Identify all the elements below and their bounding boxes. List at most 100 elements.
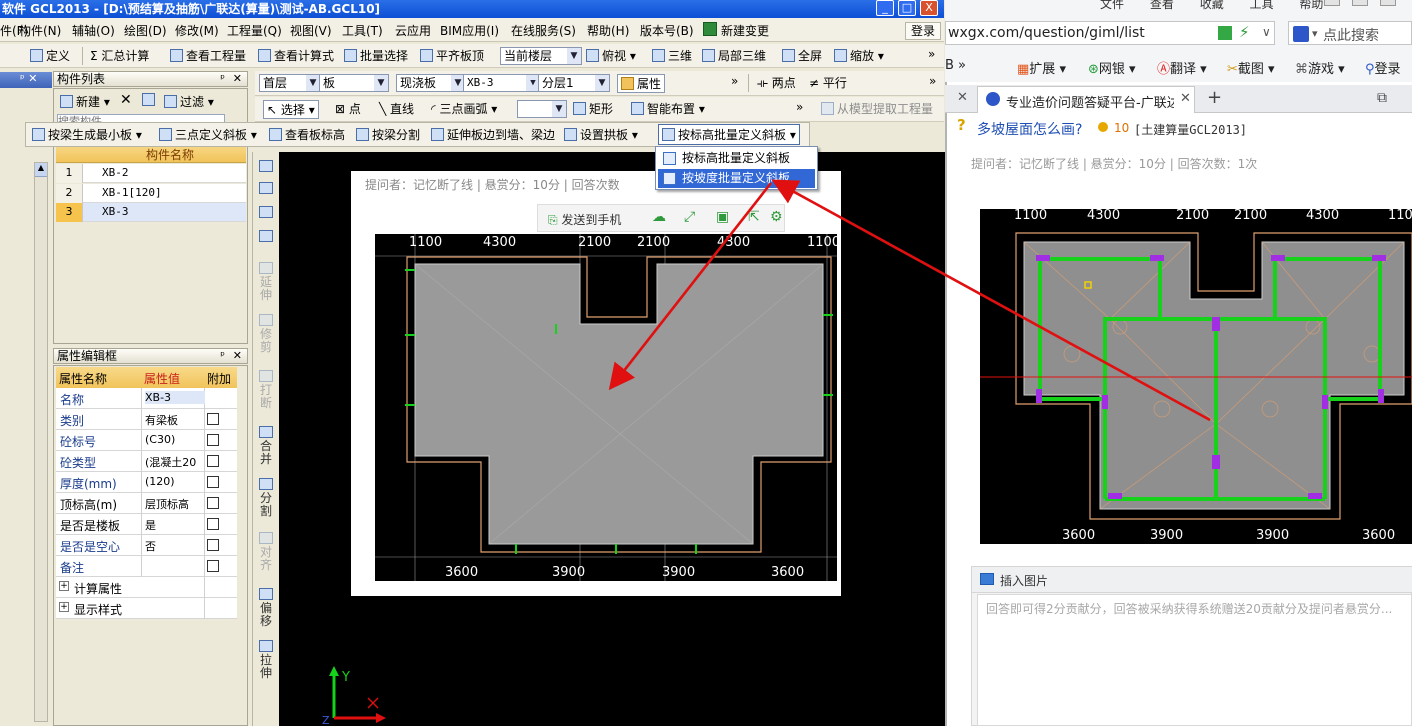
define-button[interactable]: 定义 (30, 47, 70, 64)
smart-layout-button[interactable]: 智能布置 ▾ (631, 100, 705, 117)
subtype-select[interactable]: 现浇板 ▼ (396, 74, 466, 92)
games-button[interactable]: ⌘游戏 ▾ (1295, 58, 1345, 77)
line-button[interactable]: ╲ 直线 (379, 100, 414, 117)
component-select[interactable]: XB-3 ▼ (463, 74, 541, 92)
type-select[interactable]: 板 ▼ (319, 74, 389, 92)
address-text[interactable]: wxgx.com/question/giml/list (948, 25, 1145, 41)
toolbar-more[interactable]: » (928, 47, 935, 61)
parallel-button[interactable]: ≠ 平行 (809, 74, 847, 91)
view-slab-elevation-button[interactable]: 查看板标高 (269, 126, 345, 143)
screenshot-button[interactable]: ✂截图 ▾ (1227, 58, 1275, 77)
checkbox[interactable] (207, 518, 219, 530)
view-quantity-button[interactable]: 查看工程量 (170, 47, 246, 64)
menu-axis[interactable]: 辅轴(O) (72, 22, 115, 39)
property-row-category[interactable]: 类别 有梁板 (56, 409, 237, 430)
checkbox[interactable] (207, 413, 219, 425)
3d-button[interactable]: 三维 (652, 47, 692, 64)
menu-new-change[interactable]: 新建变更 (721, 22, 769, 39)
browser-minimize-icon[interactable] (1324, 0, 1340, 6)
split-tool[interactable]: 分割 (258, 478, 274, 518)
mirror-icon[interactable] (258, 182, 274, 196)
image-icon[interactable] (980, 573, 994, 585)
qr-icon[interactable] (1218, 26, 1232, 40)
new-button[interactable]: 新建 ▾ (60, 93, 110, 110)
property-row-top-elevation[interactable]: 顶标高(m) 层顶标高 (56, 493, 237, 514)
two-point-button[interactable]: ⟛ 两点 (757, 74, 796, 91)
settings-icon[interactable]: ⚙ (770, 209, 783, 225)
question-title[interactable]: 多坡屋面怎么画? (977, 119, 1082, 139)
batch-select-button[interactable]: 批量选择 (344, 47, 408, 64)
browser-restore-icon[interactable] (1352, 0, 1368, 6)
checkbox[interactable] (207, 497, 219, 509)
table-row-selected[interactable]: 3 XB-3 (56, 203, 246, 222)
property-row-name[interactable]: 名称 XB-3 (56, 388, 237, 409)
top-view-button[interactable]: 俯视 ▾ (586, 47, 636, 64)
three-point-slope-button[interactable]: 三点定义斜板 ▾ (159, 126, 257, 143)
checkbox[interactable] (207, 539, 219, 551)
checkbox[interactable] (207, 455, 219, 467)
close-icon[interactable]: ✕ (233, 349, 242, 363)
send-to-phone-button[interactable]: ⎘ 发送到手机 (548, 211, 621, 228)
tab-close-icon[interactable]: ✕ (1180, 91, 1191, 106)
set-arch-slab-button[interactable]: 设置拱板 ▾ (564, 126, 638, 143)
property-row-concrete-grade[interactable]: 砼标号 (C30) (56, 430, 237, 451)
copy-icon[interactable] (142, 93, 158, 107)
property-row-concrete-type[interactable]: 砼类型 (混凝土20 (56, 451, 237, 472)
save-icon[interactable]: ▣ (716, 209, 729, 225)
expand-icon[interactable]: + (59, 581, 69, 591)
tab-close-icon[interactable]: ✕ (957, 90, 968, 105)
menu-component[interactable]: 构件(N) (19, 22, 61, 39)
browser-menu-favorites[interactable]: 收藏 (1200, 0, 1224, 11)
table-row[interactable]: 1 XB-2 (56, 164, 246, 183)
menu-cloud[interactable]: 云应用 (395, 22, 431, 39)
extend-slab-edge-button[interactable]: 延伸板边到墙、梁边 (431, 126, 555, 143)
menu-online[interactable]: 在线服务(S) (511, 22, 576, 39)
filter-button[interactable]: 过滤 ▾ (164, 93, 214, 110)
browser-menu-file[interactable]: 文件 (1100, 0, 1124, 11)
property-row-thickness[interactable]: 厚度(mm) (120) (56, 472, 237, 493)
merge-tool[interactable]: 合并 (258, 426, 274, 466)
break-tool[interactable]: 打断 (258, 370, 274, 410)
menu-tools[interactable]: 工具(T) (342, 22, 383, 39)
pin-icon[interactable]: ᵖ (220, 72, 225, 86)
search-engine-icon[interactable] (1293, 26, 1309, 42)
cloud-icon[interactable]: ☁ (652, 209, 666, 225)
expand-icon[interactable]: + (59, 602, 69, 612)
trim-tool[interactable]: 修剪 (258, 314, 274, 354)
search-box[interactable]: ▾ 点此搜索 (1288, 21, 1412, 45)
answer-textarea[interactable]: 回答即可得2分贡献分，回答被采纳获得系统赠送20贡献分及提问者悬赏分... (977, 594, 1412, 726)
view-formula-button[interactable]: 查看计算式 (258, 47, 334, 64)
extensions-button[interactable]: ▦扩展 ▾ (1017, 58, 1066, 77)
table-row[interactable]: 2 XB-1[120] (56, 184, 246, 203)
menu-version[interactable]: 版本号(B) (640, 22, 694, 39)
menu-draw[interactable]: 绘图(D) (124, 22, 167, 39)
pin-icon[interactable]: ᵖ (220, 349, 225, 363)
expand-icon[interactable]: ⤢ (684, 209, 695, 225)
properties-button[interactable]: 属性 (617, 74, 666, 93)
browser-menu-view[interactable]: 查看 (1150, 0, 1174, 11)
select-button[interactable]: ↖ 选择 ▾ (263, 100, 319, 119)
min-slab-by-beam-button[interactable]: 按梁生成最小板 ▾ (32, 126, 142, 143)
offset-tool[interactable]: 偏移 (258, 588, 274, 628)
property-row-is-hollow[interactable]: 是否是空心否 (56, 535, 237, 556)
draw-bar-more[interactable]: » (796, 100, 803, 114)
property-group-calc[interactable]: + 计算属性 (56, 577, 237, 598)
new-tab-icon[interactable]: + (1207, 87, 1222, 108)
align-tool[interactable]: 对齐 (258, 532, 274, 572)
browser-close-icon[interactable] (1380, 0, 1396, 6)
checkbox[interactable] (207, 434, 219, 446)
arc-button[interactable]: ◜ 三点画弧 ▾ (431, 100, 497, 117)
layer-select[interactable]: 分层1 ▼ (538, 74, 610, 92)
insert-image-button[interactable]: 插入图片 (1000, 572, 1048, 589)
ebank-button[interactable]: ⊛网银 ▾ (1088, 58, 1136, 77)
dropdown-item-by-slope[interactable]: 按坡度批量定义斜板 (658, 169, 815, 188)
point-button[interactable]: ⊠ 点 (335, 100, 361, 117)
menu-quantity[interactable]: 工程量(Q) (227, 22, 282, 39)
dropdown-item-by-elevation[interactable]: 按标高批量定义斜板 (658, 149, 815, 168)
arc-mode-select[interactable]: ▼ (517, 100, 567, 118)
split-by-beam-button[interactable]: 按梁分割 (356, 126, 420, 143)
rectangle-button[interactable]: 矩形 (573, 100, 613, 117)
maximize-button[interactable]: □ (898, 0, 916, 16)
batch-slope-by-elevation-button[interactable]: 按标高批量定义斜板 ▾ (658, 124, 800, 145)
property-row-remark[interactable]: 备注 (56, 556, 237, 577)
